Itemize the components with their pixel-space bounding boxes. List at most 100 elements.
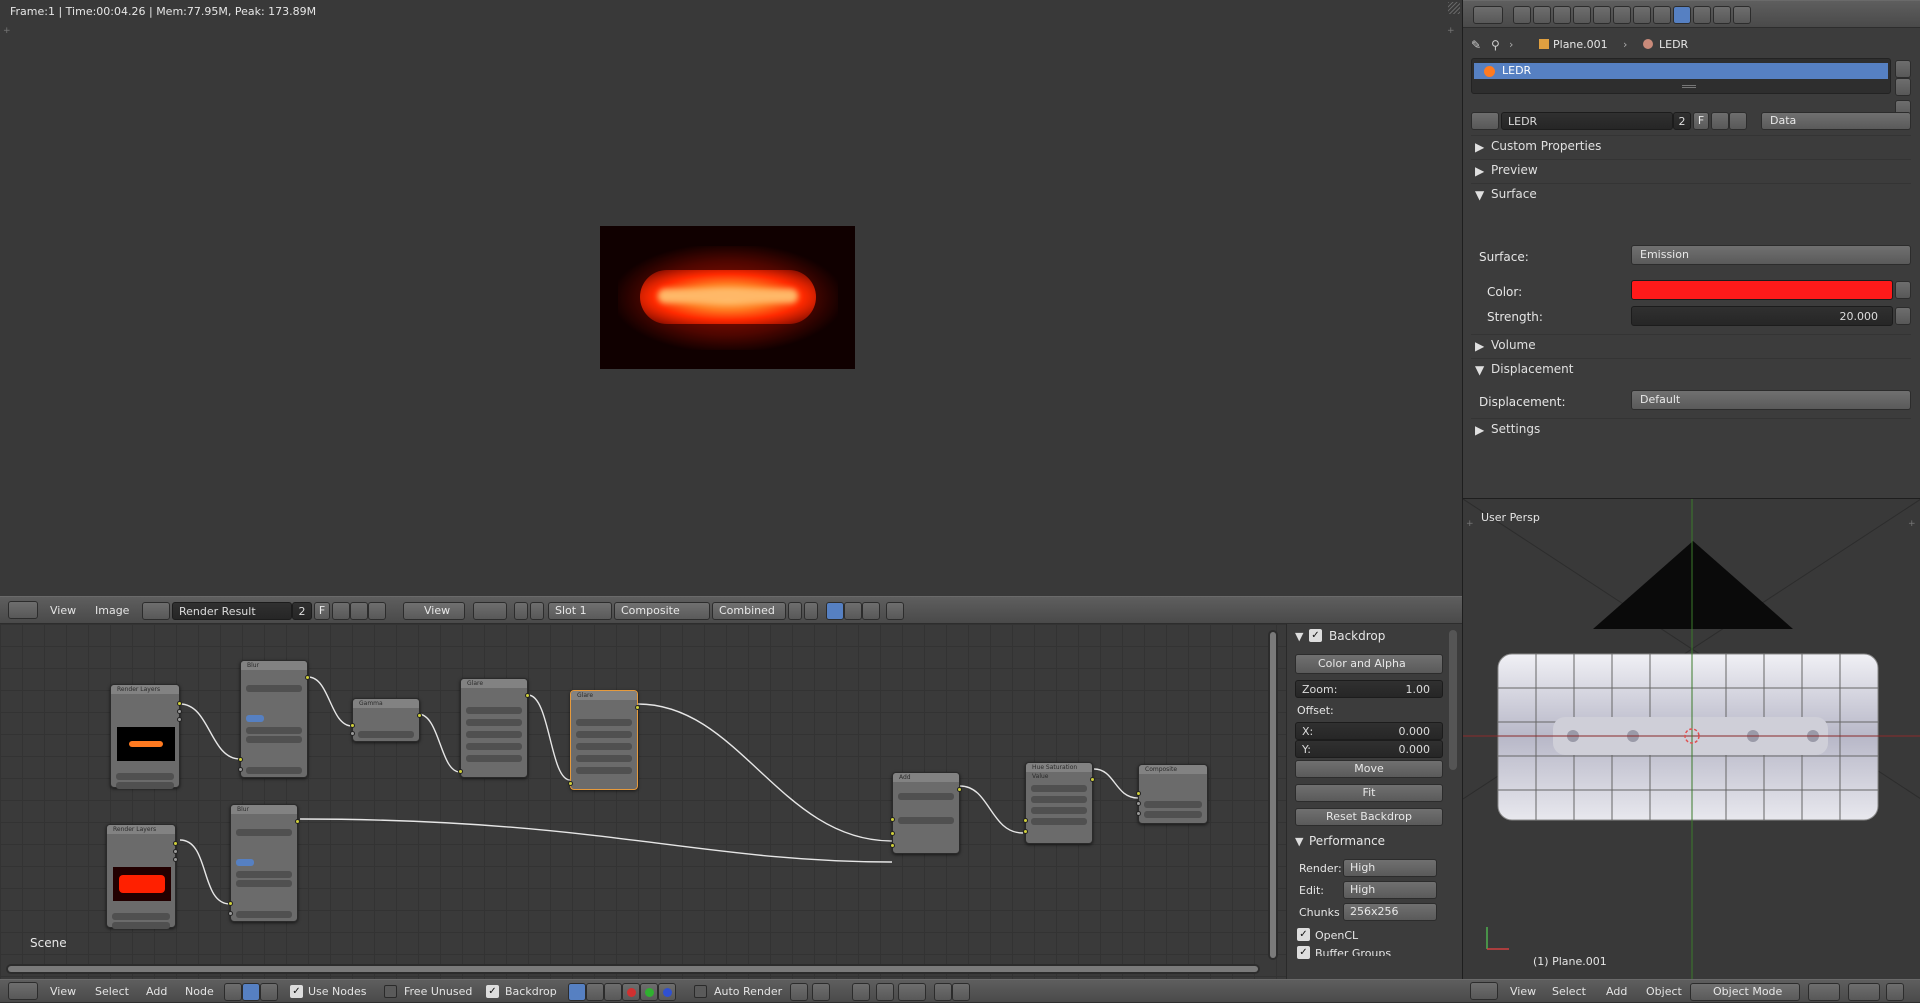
render-layers-node[interactable]: Render Layers (110, 684, 182, 789)
luminance-icon[interactable] (604, 983, 622, 1001)
draw-channels-icon[interactable] (826, 602, 844, 620)
menu-add[interactable]: Add (146, 985, 167, 998)
channels-dropdown[interactable]: Color and Alpha (1295, 654, 1443, 674)
z-buffer-icon[interactable] (862, 602, 880, 620)
image-browse-icon[interactable] (142, 602, 170, 620)
shading-icon[interactable] (1808, 983, 1840, 1001)
corner-plus-icon[interactable]: + (3, 26, 11, 36)
prev-pass-icon[interactable] (788, 602, 802, 620)
next-pass-icon[interactable] (804, 602, 818, 620)
new-material-icon[interactable] (1711, 112, 1729, 130)
color-swatch[interactable] (1631, 280, 1893, 300)
red-channel-icon[interactable] (622, 983, 640, 1001)
compositing-nodes-icon[interactable] (242, 983, 260, 1001)
free-unused-checkbox[interactable] (384, 985, 397, 998)
editor-type-icon[interactable] (8, 982, 38, 1000)
composite-node[interactable]: Composite (1136, 764, 1208, 824)
manipulator-icon[interactable] (1886, 983, 1904, 1001)
menu-view[interactable]: View (1510, 985, 1536, 998)
material-browse-icon[interactable] (1471, 112, 1499, 130)
prev-slot-icon[interactable] (514, 602, 528, 620)
world-tab-icon[interactable] (1573, 6, 1591, 24)
layer-dropdown[interactable]: Composite (614, 602, 710, 620)
color-link-icon[interactable] (1895, 281, 1911, 299)
green-channel-icon[interactable] (640, 983, 658, 1001)
node-editor[interactable]: Render Layers Render Layers Blur Blur Ga… (0, 624, 1300, 979)
add-slot-icon[interactable] (1895, 60, 1911, 78)
glare-node-selected[interactable]: Glare (568, 690, 640, 790)
menu-image[interactable]: Image (95, 604, 129, 617)
pivot-icon[interactable] (473, 602, 507, 620)
render-quality-dropdown[interactable]: High (1343, 859, 1437, 877)
corner-plus-icon[interactable]: + (1908, 519, 1916, 529)
performance-collapse-icon[interactable]: ▼ (1295, 835, 1303, 848)
buffer-groups-checkbox[interactable]: ✓ (1297, 946, 1310, 959)
modifiers-tab-icon[interactable] (1633, 6, 1651, 24)
next-slot-icon[interactable] (530, 602, 544, 620)
menu-select[interactable]: Select (1552, 985, 1586, 998)
corner-plus-icon[interactable]: + (1466, 519, 1474, 529)
shader-nodes-icon[interactable] (224, 983, 242, 1001)
custom-properties-panel[interactable]: ▶ Custom Properties (1471, 135, 1911, 157)
list-resize-handle[interactable] (1682, 85, 1696, 88)
checker-icon[interactable] (586, 983, 604, 1001)
horizontal-scrollbar[interactable] (6, 964, 1260, 974)
snapshot-icon[interactable] (886, 602, 904, 620)
slot-dropdown[interactable]: Slot 1 (548, 602, 612, 620)
paste-nodes-icon[interactable] (952, 983, 970, 1001)
surface-shader-dropdown[interactable]: Emission (1631, 245, 1911, 265)
gamma-node[interactable]: Gamma (350, 698, 422, 742)
link-dropdown[interactable]: Data (1761, 112, 1911, 130)
3d-viewport[interactable]: User Persp (1) Plane.001 + + (1462, 498, 1920, 979)
menu-add[interactable]: Add (1606, 985, 1627, 998)
render-tab-icon[interactable] (1513, 6, 1531, 24)
parent-tree-icon[interactable] (812, 983, 830, 1001)
strength-link-icon[interactable] (1895, 307, 1911, 325)
texture-tab-icon[interactable] (1693, 6, 1711, 24)
new-image-icon[interactable] (332, 602, 350, 620)
glare-node[interactable]: Glare (458, 678, 530, 778)
physics-tab-icon[interactable] (1733, 6, 1751, 24)
image-name-field[interactable]: Render Result (172, 602, 292, 620)
backdrop-collapse-icon[interactable]: ▼ (1295, 630, 1303, 643)
menu-view[interactable]: View (50, 985, 76, 998)
chunks-dropdown[interactable]: 256x256 (1343, 903, 1437, 921)
blur-node[interactable]: Blur (238, 660, 310, 778)
fake-user-button[interactable]: F (314, 602, 330, 620)
settings-panel[interactable]: ▶ Settings (1471, 418, 1911, 440)
menu-select[interactable]: Select (95, 985, 129, 998)
strength-field[interactable]: 20.000 (1631, 306, 1893, 326)
pass-dropdown[interactable]: Combined (712, 602, 786, 620)
alpha-icon[interactable] (844, 602, 862, 620)
offset-y-field[interactable]: Y: 0.000 (1295, 740, 1443, 758)
preview-panel[interactable]: ▶ Preview (1471, 159, 1911, 181)
backdrop-checkbox[interactable]: ✓ (1309, 629, 1322, 642)
auto-render-checkbox[interactable] (694, 985, 707, 998)
mode-dropdown[interactable]: Object Mode (1690, 983, 1800, 1001)
hue-saturation-value-node[interactable]: Hue Saturation Value (1023, 762, 1095, 844)
menu-view[interactable]: View (50, 604, 76, 617)
data-tab-icon[interactable] (1653, 6, 1671, 24)
texture-nodes-icon[interactable] (260, 983, 278, 1001)
remove-slot-icon[interactable] (1895, 78, 1911, 96)
surface-panel[interactable]: ▼ Surface (1471, 183, 1911, 205)
reset-backdrop-button[interactable]: Reset Backdrop (1295, 808, 1443, 826)
pin-icon[interactable] (790, 983, 808, 1001)
offset-x-field[interactable]: X: 0.000 (1295, 722, 1443, 740)
alpha-display-icon[interactable] (568, 983, 586, 1001)
unlink-material-icon[interactable] (1729, 112, 1747, 130)
material-slot-list[interactable]: LEDR (1471, 58, 1891, 94)
copy-nodes-icon[interactable] (934, 983, 952, 1001)
corner-plus-icon[interactable]: + (1447, 26, 1455, 36)
editor-type-icon[interactable] (1473, 6, 1503, 24)
menu-object[interactable]: Object (1646, 985, 1682, 998)
render-layers-tab-icon[interactable] (1533, 6, 1551, 24)
area-split-handle[interactable] (1448, 2, 1460, 14)
snap-icon[interactable] (852, 983, 870, 1001)
snap-target-icon[interactable] (898, 983, 926, 1001)
menu-node[interactable]: Node (185, 985, 214, 998)
open-image-icon[interactable] (350, 602, 368, 620)
fit-button[interactable]: Fit (1295, 784, 1443, 802)
mix-add-node[interactable]: Add (890, 772, 962, 854)
vertical-scrollbar[interactable] (1268, 630, 1278, 960)
